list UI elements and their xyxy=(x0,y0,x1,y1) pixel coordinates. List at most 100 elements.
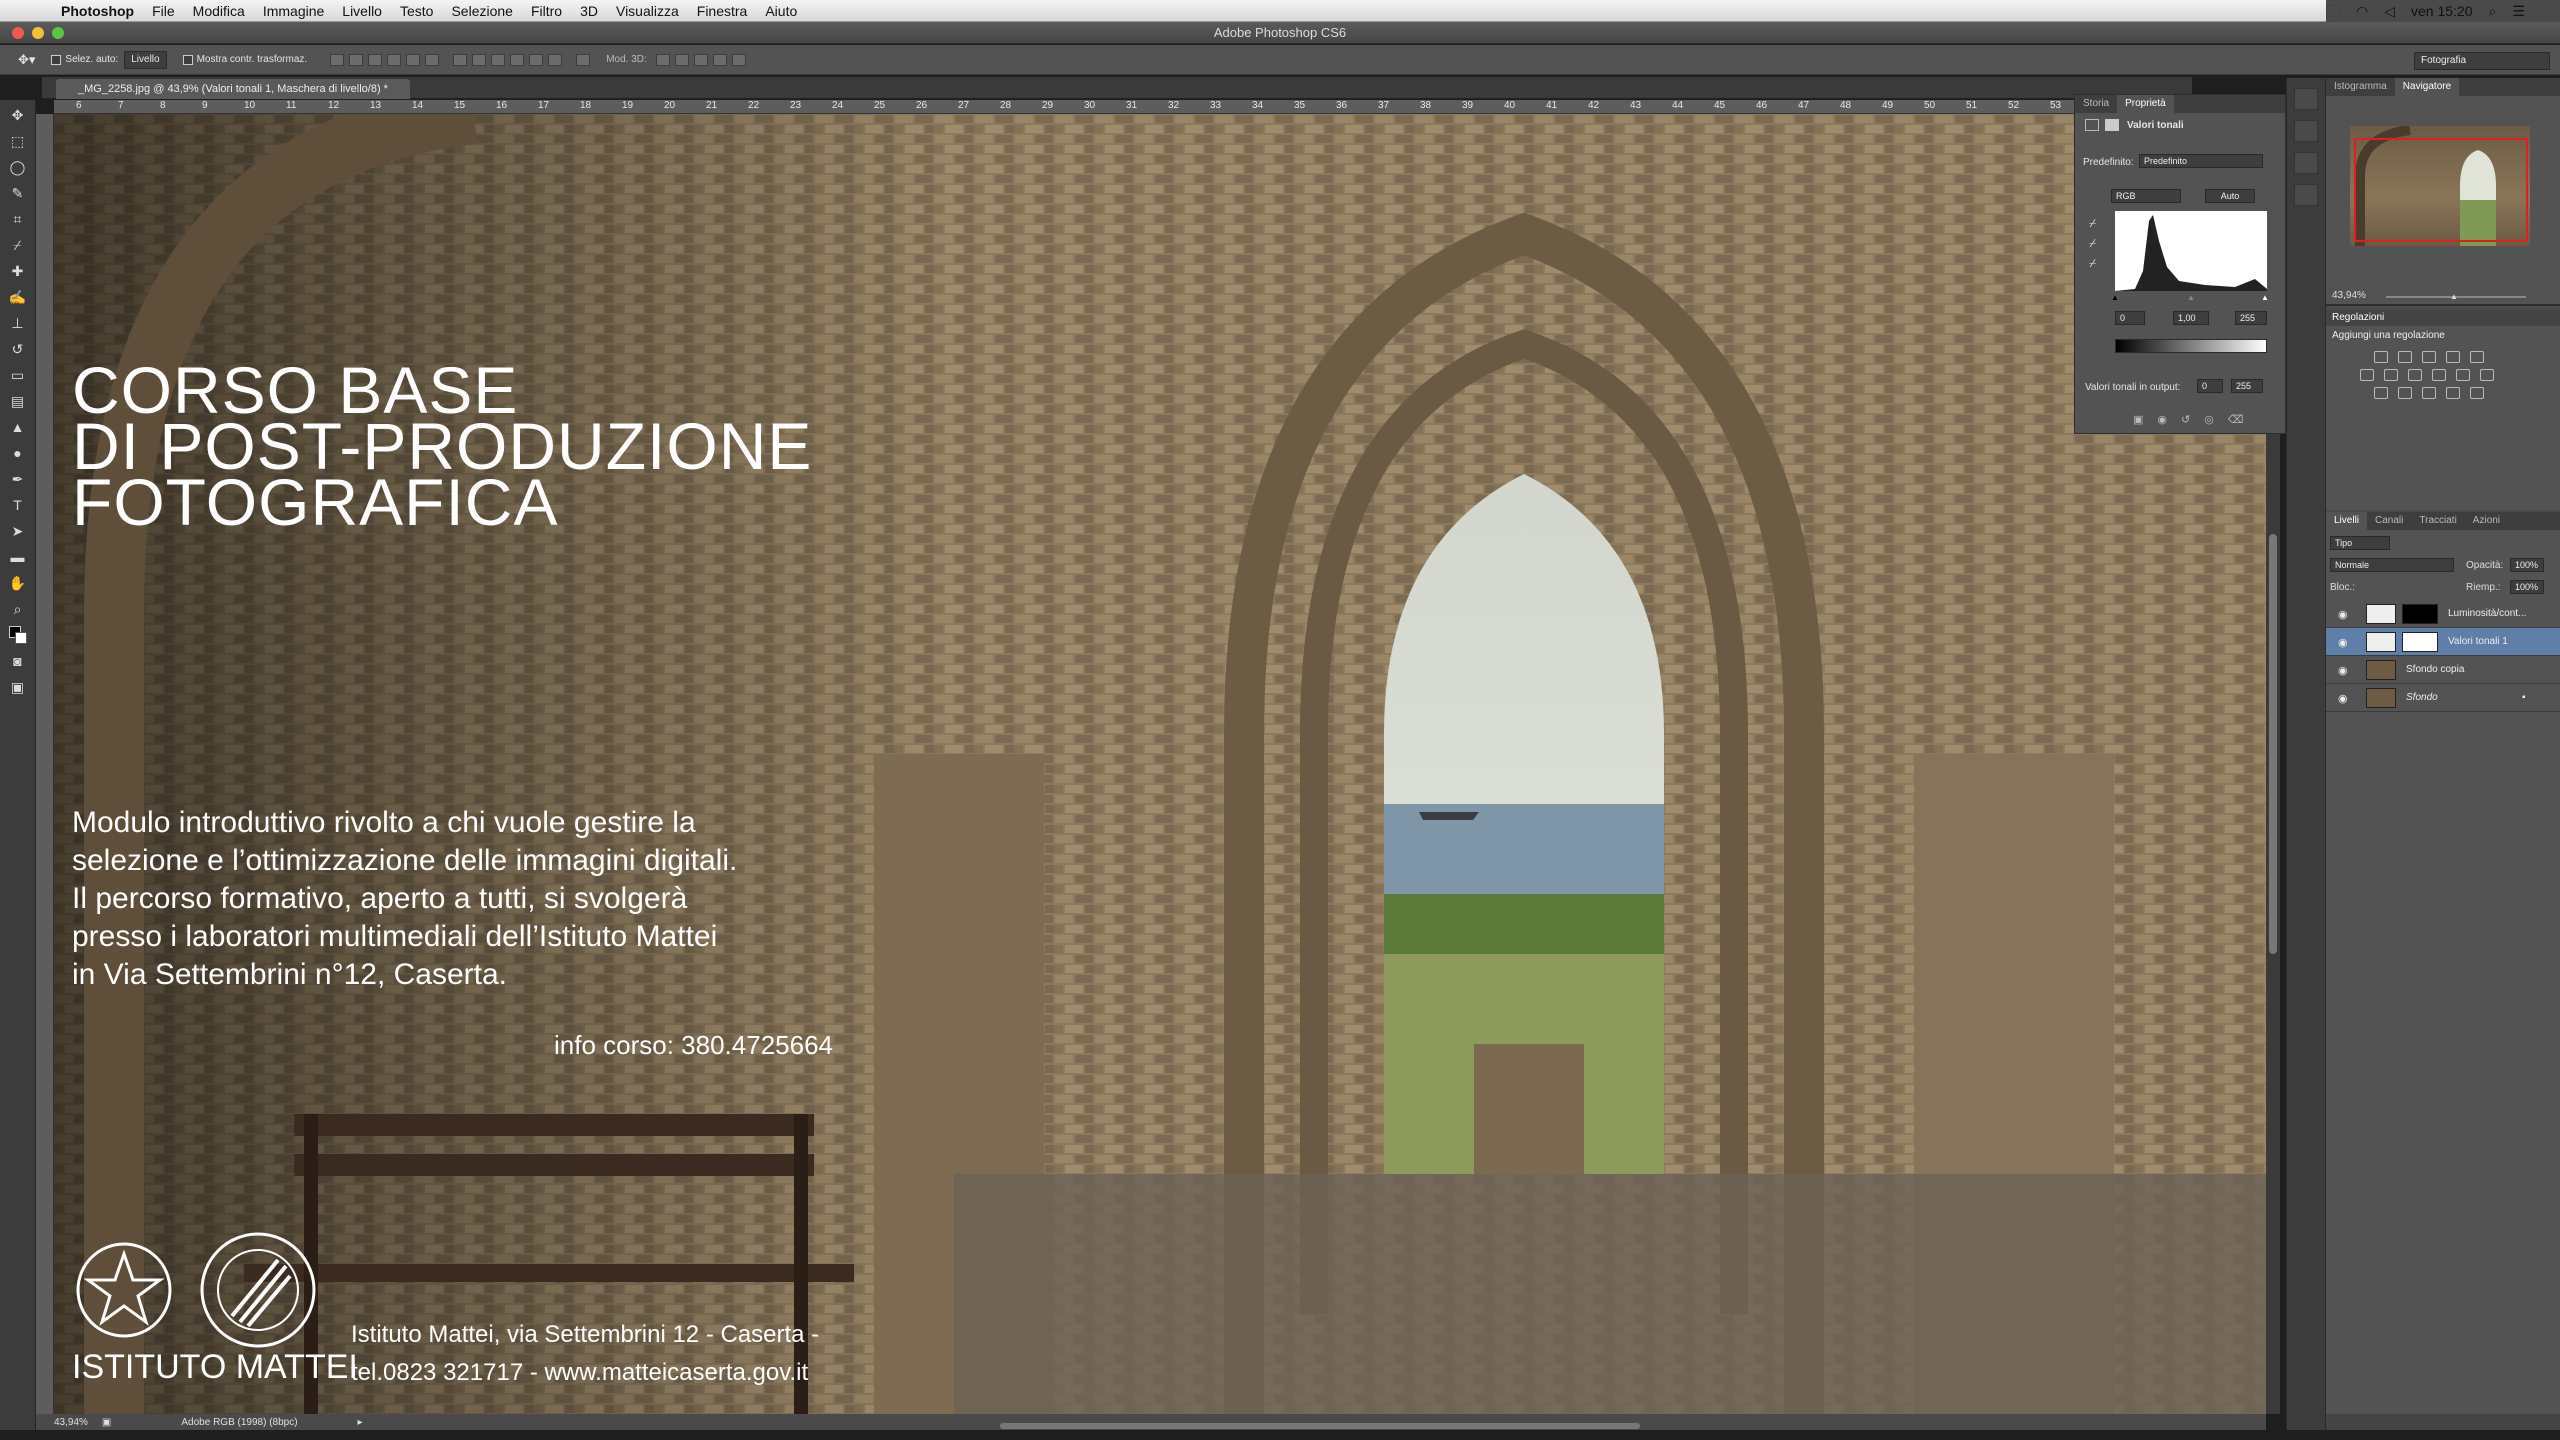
align-center-icon[interactable] xyxy=(406,53,421,66)
screen-mode-icon[interactable]: ▣ xyxy=(7,676,29,698)
wifi-icon[interactable]: ◠ xyxy=(2356,3,2368,20)
align-middle-icon[interactable] xyxy=(349,53,364,66)
volume-icon[interactable]: ◁ xyxy=(2384,3,2395,20)
menu-filtro[interactable]: Filtro xyxy=(522,3,571,19)
auto-select-dropdown[interactable]: Livello xyxy=(124,50,167,69)
spotlight-icon[interactable]: ⌕ xyxy=(2489,3,2497,20)
layer-row[interactable]: ◉ Sfondo copia xyxy=(2326,656,2560,684)
color-swatches-icon[interactable] xyxy=(7,624,29,646)
zoom-tool-icon[interactable]: ⌕ xyxy=(7,598,29,620)
distribute-right-icon[interactable] xyxy=(548,53,563,66)
input-black-field[interactable]: 0 xyxy=(2115,311,2145,325)
tab-navigatore[interactable]: Navigatore xyxy=(2394,78,2460,96)
view-previous-icon[interactable]: ◉ xyxy=(2157,413,2167,426)
menu-immagine[interactable]: Immagine xyxy=(254,3,333,19)
visibility-eye-icon[interactable]: ◉ xyxy=(2338,636,2348,649)
workspace-dropdown[interactable]: Fotografia xyxy=(2414,52,2550,70)
layer-row[interactable]: ◉ Valori tonali 1 xyxy=(2326,628,2560,656)
tab-proprieta[interactable]: Proprietà xyxy=(2117,95,2174,113)
status-info-icon[interactable]: ▣ xyxy=(102,1417,111,1428)
history-brush-tool-icon[interactable]: ↺ xyxy=(7,338,29,360)
selective-color-adjust-icon[interactable] xyxy=(2446,387,2460,399)
eraser-tool-icon[interactable]: ▭ xyxy=(7,364,29,386)
eyedropper-icons[interactable]: ⌿ ⌿ ⌿ xyxy=(2089,213,2096,273)
input-slider[interactable]: ▲ ▲ ▲ xyxy=(2111,293,2269,302)
tab-canali[interactable]: Canali xyxy=(2367,512,2411,530)
rotate-3d-icon[interactable] xyxy=(655,53,670,66)
menu-testo[interactable]: Testo xyxy=(391,3,442,19)
input-mid-field[interactable]: 1,00 xyxy=(2173,311,2209,325)
black-point-handle[interactable]: ▲ xyxy=(2111,293,2119,302)
brightness-adjust-icon[interactable] xyxy=(2374,351,2388,363)
status-zoom[interactable]: 43,94% xyxy=(36,1417,102,1428)
distribute-top-icon[interactable] xyxy=(453,53,468,66)
menu-3d[interactable]: 3D xyxy=(571,3,607,19)
align-right-icon[interactable] xyxy=(425,53,440,66)
auto-align-icon[interactable] xyxy=(576,53,591,66)
apple-icon[interactable] xyxy=(22,2,40,20)
levels-adjust-icon[interactable] xyxy=(2398,351,2412,363)
color-lookup-adjust-icon[interactable] xyxy=(2480,369,2494,381)
menu-modifica[interactable]: Modifica xyxy=(184,3,254,19)
battery-icon[interactable] xyxy=(2326,5,2340,17)
layer-row[interactable]: ◉ Sfondo ▪ xyxy=(2326,684,2560,712)
tool-presets-dock-icon[interactable] xyxy=(2294,184,2318,206)
tab-tracciati[interactable]: Tracciati xyxy=(2411,512,2464,530)
vibrance-adjust-icon[interactable] xyxy=(2470,351,2484,363)
move-tool-icon[interactable]: ✥▾ xyxy=(18,52,35,68)
invert-adjust-icon[interactable] xyxy=(2374,387,2388,399)
hand-tool-icon[interactable]: ✋ xyxy=(7,572,29,594)
visibility-eye-icon[interactable]: ◉ xyxy=(2338,608,2348,621)
navigator-zoom-slider[interactable]: ▲ xyxy=(2386,292,2526,301)
history-dock-icon[interactable] xyxy=(2294,88,2318,110)
blend-mode-dropdown[interactable]: Normale xyxy=(2330,558,2454,572)
vertical-scroll-thumb[interactable] xyxy=(2269,534,2277,954)
brush-tool-icon[interactable]: ✍ xyxy=(7,286,29,308)
eyedropper-tool-icon[interactable]: ⌿ xyxy=(7,234,29,256)
menu-app[interactable]: Photoshop xyxy=(52,3,143,19)
gradient-map-adjust-icon[interactable] xyxy=(2470,387,2484,399)
menu-finestra[interactable]: Finestra xyxy=(688,3,757,19)
fill-field[interactable]: 100% xyxy=(2510,580,2544,594)
menu-livello[interactable]: Livello xyxy=(333,3,391,19)
visibility-eye-icon[interactable]: ◉ xyxy=(2338,692,2348,705)
layer-row[interactable]: ◉ Luminosità/cont... xyxy=(2326,600,2560,628)
transform-controls-checkbox[interactable] xyxy=(182,54,193,65)
layer-filter-dropdown[interactable]: Tipo xyxy=(2330,536,2390,550)
zoom-window-button[interactable] xyxy=(52,27,64,39)
navigator-view-box[interactable] xyxy=(2354,138,2528,242)
opacity-field[interactable]: 100% xyxy=(2510,558,2544,572)
clock[interactable]: ven 15:20 xyxy=(2411,3,2473,19)
visibility-icon[interactable]: ◎ xyxy=(2204,413,2214,426)
close-window-button[interactable] xyxy=(12,27,24,39)
exposure-adjust-icon[interactable] xyxy=(2446,351,2460,363)
distribute-bottom-icon[interactable] xyxy=(491,53,506,66)
scale-3d-icon[interactable] xyxy=(731,53,746,66)
channel-dropdown[interactable]: RGB xyxy=(2111,189,2181,203)
crop-tool-icon[interactable]: ⌗ xyxy=(7,208,29,230)
align-left-icon[interactable] xyxy=(387,53,402,66)
navigator-zoom[interactable]: 43,94% xyxy=(2332,290,2366,301)
move-tool-icon[interactable]: ✥ xyxy=(7,104,29,126)
white-point-handle[interactable]: ▲ xyxy=(2261,293,2269,302)
notification-icon[interactable]: ☰ xyxy=(2512,3,2525,20)
quick-mask-icon[interactable]: ◙ xyxy=(7,650,29,672)
properties-dock-icon[interactable] xyxy=(2294,120,2318,142)
clip-to-layer-icon[interactable]: ▣ xyxy=(2133,413,2143,426)
tab-livelli[interactable]: Livelli xyxy=(2326,512,2368,530)
path-selection-tool-icon[interactable]: ➤ xyxy=(7,520,29,542)
status-arrow-icon[interactable]: ▸ xyxy=(358,1417,363,1428)
lasso-tool-icon[interactable]: ◯ xyxy=(7,156,29,178)
document-tab[interactable]: _MG_2258.jpg @ 43,9% (Valori tonali 1, M… xyxy=(56,79,410,99)
blur-tool-icon[interactable]: ▲ xyxy=(7,416,29,438)
output-black-field[interactable]: 0 xyxy=(2197,379,2223,393)
output-white-field[interactable]: 255 xyxy=(2231,379,2263,393)
midtone-handle[interactable]: ▲ xyxy=(2187,293,2195,302)
clone-stamp-tool-icon[interactable]: ⊥ xyxy=(7,312,29,334)
curves-adjust-icon[interactable] xyxy=(2422,351,2436,363)
preset-dropdown[interactable]: Predefinito xyxy=(2139,154,2263,168)
menu-selezione[interactable]: Selezione xyxy=(442,3,522,19)
roll-3d-icon[interactable] xyxy=(674,53,689,66)
delete-icon[interactable]: ⌫ xyxy=(2228,413,2244,426)
healing-brush-tool-icon[interactable]: ✚ xyxy=(7,260,29,282)
